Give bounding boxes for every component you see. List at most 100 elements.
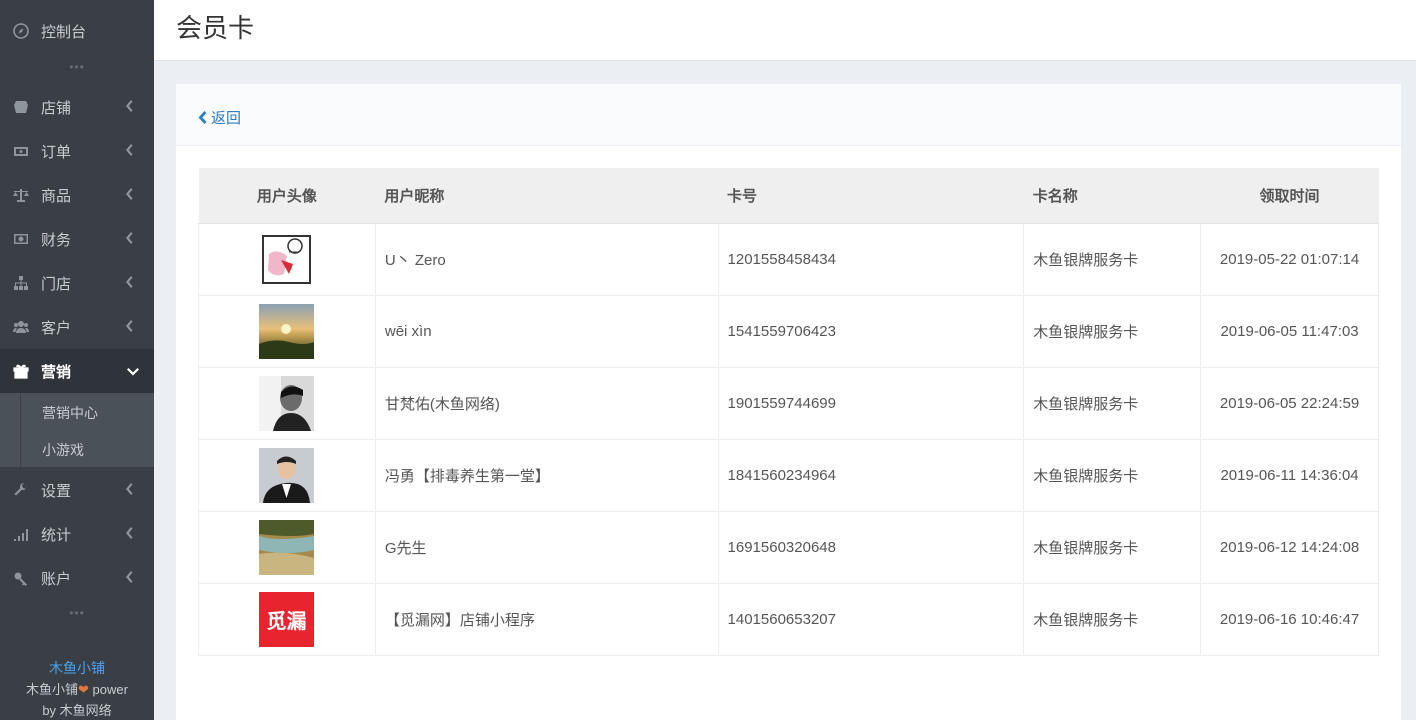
page-header: 会员卡 bbox=[154, 0, 1416, 61]
sidebar-item-customers[interactable]: 客户 bbox=[0, 305, 154, 349]
sidebar-item-products[interactable]: 商品 bbox=[0, 173, 154, 217]
footer-power-prefix: 木鱼小铺 bbox=[26, 682, 79, 697]
sidebar-item-settings[interactable]: 设置 bbox=[0, 468, 154, 512]
avatar bbox=[259, 447, 315, 503]
footer-power-suffix: power bbox=[88, 682, 128, 697]
sidebar-item-store[interactable]: 店铺 bbox=[0, 85, 154, 129]
back-label: 返回 bbox=[211, 110, 242, 127]
card-name-cell: 木鱼银牌服务卡 bbox=[1023, 583, 1202, 656]
card-number-cell: 1691560320648 bbox=[717, 511, 1025, 584]
sidebar-item-orders[interactable]: 订单 bbox=[0, 129, 154, 173]
sidebar-item-label: 商品 bbox=[41, 187, 72, 205]
footer-power: 木鱼小铺❤ power bbox=[0, 679, 154, 700]
sidebar-item-label: 订单 bbox=[41, 143, 72, 161]
scale-icon bbox=[12, 186, 30, 204]
claim-time-cell: 2019-06-11 14:36:04 bbox=[1200, 439, 1379, 512]
claim-time-cell: 2019-06-05 11:47:03 bbox=[1200, 295, 1379, 368]
footer-by: by 木鱼网络 bbox=[42, 703, 112, 718]
avatar-logo-text: 觅漏 bbox=[267, 609, 307, 633]
chevron-left-icon bbox=[124, 319, 138, 333]
users-icon bbox=[12, 318, 30, 336]
sidebar-item-statistics[interactable]: 统计 bbox=[0, 512, 154, 556]
signal-icon bbox=[12, 525, 30, 543]
sidebar-item-label: 门店 bbox=[41, 275, 72, 293]
sidebar-divider-dots: ••• bbox=[69, 60, 85, 74]
avatar-cell bbox=[198, 295, 376, 368]
sidebar-item-label: 营销 bbox=[41, 363, 72, 381]
cash-icon bbox=[12, 230, 30, 248]
chevron-left-icon bbox=[124, 99, 138, 113]
footer-brand[interactable]: 木鱼小铺 bbox=[0, 658, 154, 679]
back-link[interactable]: 返回 bbox=[198, 107, 241, 128]
claim-time-cell: 2019-05-22 01:07:14 bbox=[1200, 223, 1379, 296]
nickname-cell: U丶 Zero bbox=[374, 223, 719, 296]
sidebar-item-marketing[interactable]: 营销 bbox=[0, 349, 154, 393]
sitemap-icon bbox=[12, 274, 30, 292]
card-name-cell: 木鱼银牌服务卡 bbox=[1023, 439, 1202, 512]
sidebar-item-stores[interactable]: 门店 bbox=[0, 261, 154, 305]
sidebar-item-label: 控制台 bbox=[41, 23, 87, 41]
chevron-left-icon bbox=[124, 482, 138, 496]
table-row: G先生 1691560320648 木鱼银牌服务卡 2019-06-12 14:… bbox=[198, 511, 1379, 584]
card-name-cell: 木鱼银牌服务卡 bbox=[1023, 223, 1202, 296]
chevron-left-icon bbox=[124, 570, 138, 584]
sidebar-item-label: 财务 bbox=[41, 231, 72, 249]
claim-time-cell: 2019-06-16 10:46:47 bbox=[1200, 583, 1379, 656]
avatar-cell bbox=[198, 223, 376, 296]
sidebar-item-account[interactable]: 账户 bbox=[0, 556, 154, 600]
sidebar-item-label: 客户 bbox=[41, 319, 72, 337]
table-row: U丶 Zero 1201558458434 木鱼银牌服务卡 2019-05-22… bbox=[198, 223, 1379, 296]
member-card-table: 用户头像 用户昵称 卡号 卡名称 领取时间 U丶 Zero 1201558458… bbox=[198, 168, 1379, 656]
column-header-avatar: 用户头像 bbox=[198, 168, 376, 224]
table-row: 觅漏 【觅漏网】店铺小程序 1401560653207 木鱼银牌服务卡 2019… bbox=[198, 583, 1379, 656]
sidebar-item-dashboard[interactable]: 控制台 bbox=[0, 9, 154, 53]
column-header-card-number: 卡号 bbox=[718, 168, 1024, 224]
avatar bbox=[259, 375, 315, 431]
panel-header: 返回 bbox=[176, 84, 1401, 146]
main-panel: 返回 用户头像 用户昵称 卡号 卡名称 领取时间 U丶 Zero 1201558… bbox=[176, 84, 1401, 720]
submenu-item-marketing-center[interactable]: 营销中心 bbox=[42, 403, 98, 423]
card-number-cell: 1201558458434 bbox=[717, 223, 1025, 296]
card-name-cell: 木鱼银牌服务卡 bbox=[1023, 367, 1202, 440]
nickname-cell: 甘梵佑(木鱼网络) bbox=[374, 367, 719, 440]
page-title: 会员卡 bbox=[176, 13, 255, 43]
claim-time-cell: 2019-06-12 14:24:08 bbox=[1200, 511, 1379, 584]
sidebar-divider-dots: ••• bbox=[69, 606, 85, 620]
submenu-item-mini-games[interactable]: 小游戏 bbox=[42, 440, 84, 460]
sidebar-item-label: 统计 bbox=[41, 526, 72, 544]
chevron-left-icon bbox=[124, 275, 138, 289]
chevron-left-icon bbox=[124, 143, 138, 157]
chevron-left-icon bbox=[124, 526, 138, 540]
nickname-cell: 冯勇【排毒养生第一堂】 bbox=[374, 439, 719, 512]
card-number-cell: 1401560653207 bbox=[717, 583, 1025, 656]
gift-icon bbox=[12, 362, 30, 380]
avatar-cell: 觅漏 bbox=[198, 583, 376, 656]
nickname-cell: wēi xìn bbox=[374, 295, 719, 368]
card-number-cell: 1841560234964 bbox=[717, 439, 1025, 512]
sidebar-item-finance[interactable]: 财务 bbox=[0, 217, 154, 261]
card-number-cell: 1541559706423 bbox=[717, 295, 1025, 368]
chevron-left-icon bbox=[124, 187, 138, 201]
money-icon bbox=[12, 142, 30, 160]
column-header-nickname: 用户昵称 bbox=[375, 168, 719, 224]
table-header-row: 用户头像 用户昵称 卡号 卡名称 领取时间 bbox=[198, 168, 1379, 224]
compass-icon bbox=[12, 22, 30, 40]
nickname-cell: G先生 bbox=[374, 511, 719, 584]
table-row: 甘梵佑(木鱼网络) 1901559744699 木鱼银牌服务卡 2019-06-… bbox=[198, 367, 1379, 440]
avatar bbox=[259, 519, 315, 575]
chevron-down-icon bbox=[126, 364, 140, 378]
heart-icon: ❤ bbox=[78, 682, 89, 697]
chevron-left-icon bbox=[124, 231, 138, 245]
table-row: 冯勇【排毒养生第一堂】 1841560234964 木鱼银牌服务卡 2019-0… bbox=[198, 439, 1379, 512]
column-header-claim-time: 领取时间 bbox=[1200, 168, 1379, 224]
table-row: wēi xìn 1541559706423 木鱼银牌服务卡 2019-06-05… bbox=[198, 295, 1379, 368]
avatar-cell bbox=[198, 367, 376, 440]
chevron-left-icon bbox=[198, 111, 207, 124]
nickname-cell: 【觅漏网】店铺小程序 bbox=[374, 583, 719, 656]
key-icon bbox=[12, 569, 30, 587]
sidebar: 控制台 ••• 店铺 订单 商品 财务 门店 客户 营销 营销中心 小游戏 设置… bbox=[0, 0, 154, 720]
avatar: 觅漏 bbox=[259, 591, 315, 647]
store-icon bbox=[12, 98, 30, 116]
card-name-cell: 木鱼银牌服务卡 bbox=[1023, 511, 1202, 584]
avatar bbox=[259, 303, 315, 359]
